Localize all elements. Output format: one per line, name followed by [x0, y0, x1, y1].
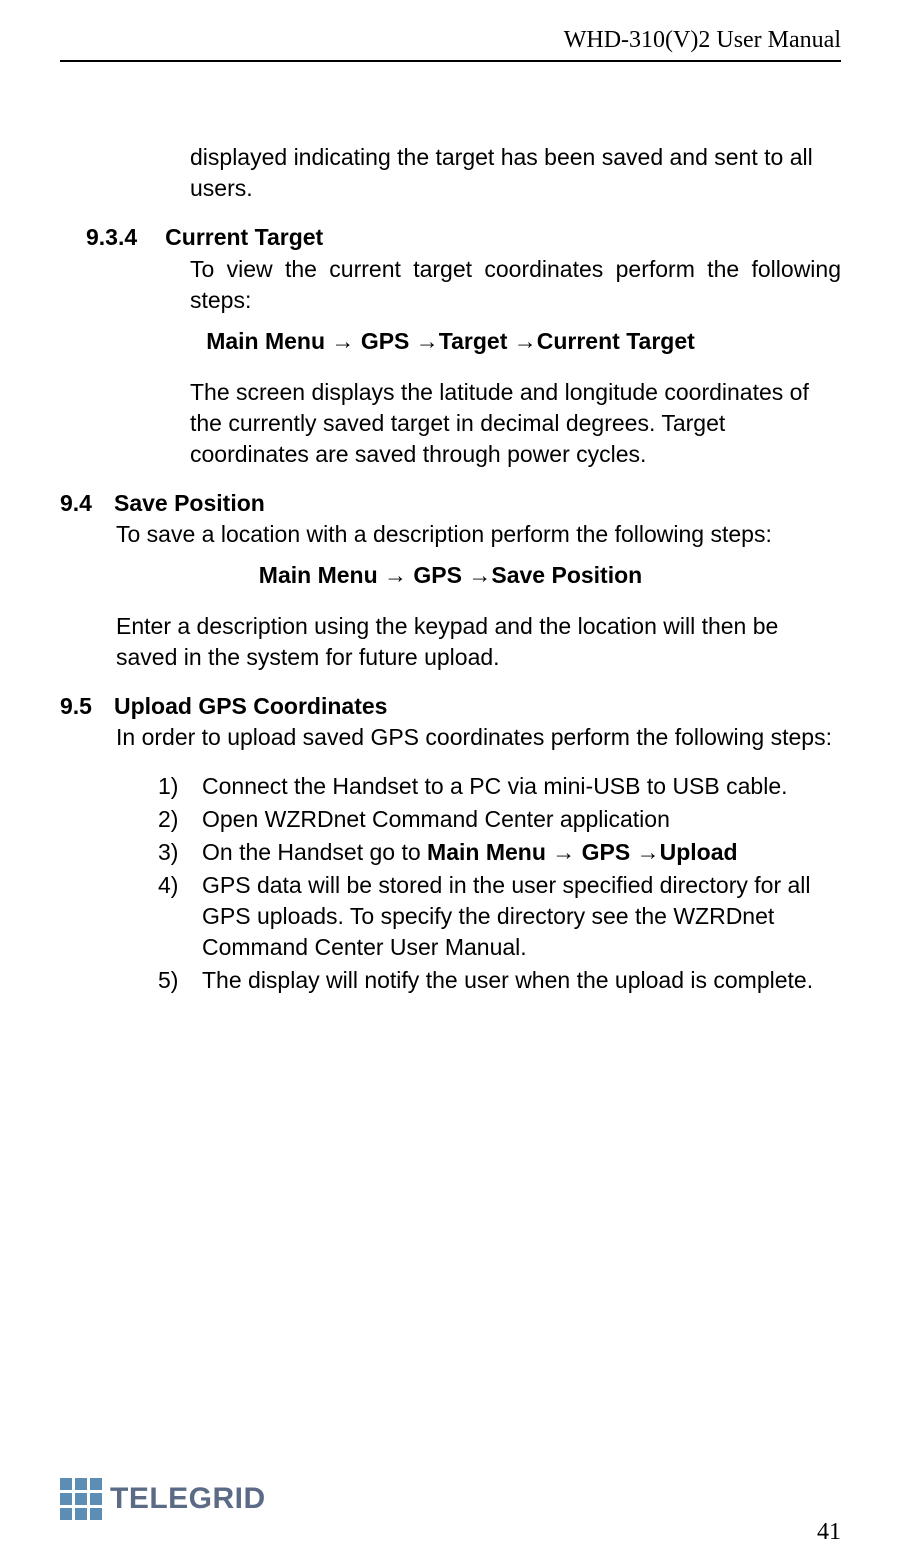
step3-menu-path: Main Menu → GPS →Upload — [427, 839, 738, 865]
list-item: 5) The display will notify the user when… — [158, 965, 841, 996]
logo-text: TELEGRID — [110, 1479, 266, 1520]
list-text: On the Handset go to Main Menu → GPS →Up… — [202, 837, 841, 868]
section-number: 9.5 — [60, 691, 92, 722]
section-title: Current Target — [165, 222, 323, 253]
page-number: 41 — [817, 1516, 841, 1548]
list-number: 2) — [158, 804, 202, 835]
list-item: 3) On the Handset go to Main Menu → GPS … — [158, 837, 841, 868]
section-number: 9.3.4 — [86, 222, 137, 253]
upload-steps-list: 1) Connect the Handset to a PC via mini-… — [158, 771, 841, 996]
list-number: 4) — [158, 870, 202, 963]
menu-path-934: Main Menu → GPS →Target →Current Target — [60, 326, 841, 357]
step3-prefix: On the Handset go to — [202, 839, 427, 865]
list-item: 2) Open WZRDnet Command Center applicati… — [158, 804, 841, 835]
list-text: Connect the Handset to a PC via mini-USB… — [202, 771, 841, 802]
logo-grid-icon — [60, 1478, 102, 1520]
list-item: 4) GPS data will be stored in the user s… — [158, 870, 841, 963]
section-934-body-2: The screen displays the latitude and lon… — [190, 377, 841, 470]
menu-path-94: Main Menu → GPS →Save Position — [60, 560, 841, 591]
section-934-heading: 9.3.4 Current Target — [60, 222, 841, 253]
list-number: 3) — [158, 837, 202, 868]
list-number: 5) — [158, 965, 202, 996]
list-text: GPS data will be stored in the user spec… — [202, 870, 841, 963]
section-934-body-1: To view the current target coordinates p… — [190, 254, 841, 316]
page-header: WHD-310(V)2 User Manual — [60, 24, 841, 62]
list-text: The display will notify the user when th… — [202, 965, 841, 996]
section-94-heading: 9.4 Save Position — [60, 488, 841, 519]
section-9-3-4: 9.3.4 Current Target To view the current… — [60, 222, 841, 469]
list-text: Open WZRDnet Command Center application — [202, 804, 841, 835]
section-94-body-1: To save a location with a description pe… — [116, 519, 841, 550]
continued-paragraph: displayed indicating the target has been… — [190, 142, 841, 204]
section-title: Save Position — [114, 488, 265, 519]
section-94-body-2: Enter a description using the keypad and… — [116, 611, 841, 673]
section-9-4: 9.4 Save Position To save a location wit… — [60, 488, 841, 673]
doc-title: WHD-310(V)2 User Manual — [564, 27, 841, 53]
section-title: Upload GPS Coordinates — [114, 691, 387, 722]
section-9-5: 9.5 Upload GPS Coordinates In order to u… — [60, 691, 841, 996]
section-95-heading: 9.5 Upload GPS Coordinates — [60, 691, 841, 722]
section-number: 9.4 — [60, 488, 92, 519]
section-95-body-1: In order to upload saved GPS coordinates… — [116, 722, 841, 753]
list-number: 1) — [158, 771, 202, 802]
list-item: 1) Connect the Handset to a PC via mini-… — [158, 771, 841, 802]
footer-logo: TELEGRID — [60, 1478, 266, 1520]
